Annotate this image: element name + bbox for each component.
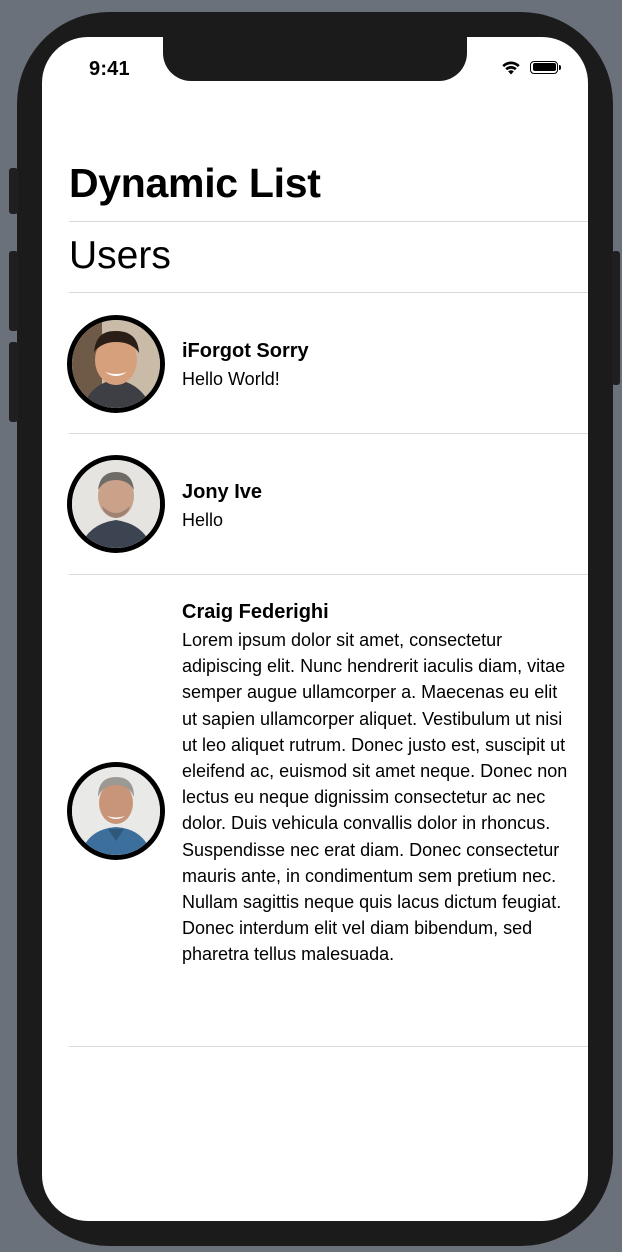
user-name: iForgot Sorry: [182, 340, 309, 362]
wifi-icon: [502, 61, 520, 75]
section-header-users: Users: [69, 234, 171, 277]
list-item[interactable]: iForgot Sorry Hello World!: [42, 293, 588, 433]
mute-switch: [9, 168, 18, 214]
avatar: [67, 762, 165, 860]
volume-up-button: [9, 251, 18, 331]
user-message: Hello: [182, 510, 224, 530]
notch: [163, 37, 467, 81]
row-divider: [69, 1046, 588, 1047]
avatar: [67, 455, 165, 553]
power-button: [612, 251, 620, 385]
status-time: 9:41: [89, 58, 130, 80]
title-divider: [69, 221, 588, 222]
battery-icon: [530, 60, 561, 74]
user-name: Jony Ive: [182, 481, 263, 503]
list-item[interactable]: Craig Federighi Lorem ipsum dolor sit am…: [42, 575, 588, 1046]
status-icons: [500, 59, 561, 75]
volume-down-button: [9, 342, 18, 422]
user-name: Craig Federighi: [182, 601, 329, 623]
user-message: Hello World!: [182, 369, 280, 389]
list-item[interactable]: Jony Ive Hello: [42, 434, 588, 574]
user-message: Lorem ipsum dolor sit amet, consectetur …: [182, 630, 568, 965]
avatar: [67, 315, 165, 413]
page-title: Dynamic List: [69, 160, 321, 206]
